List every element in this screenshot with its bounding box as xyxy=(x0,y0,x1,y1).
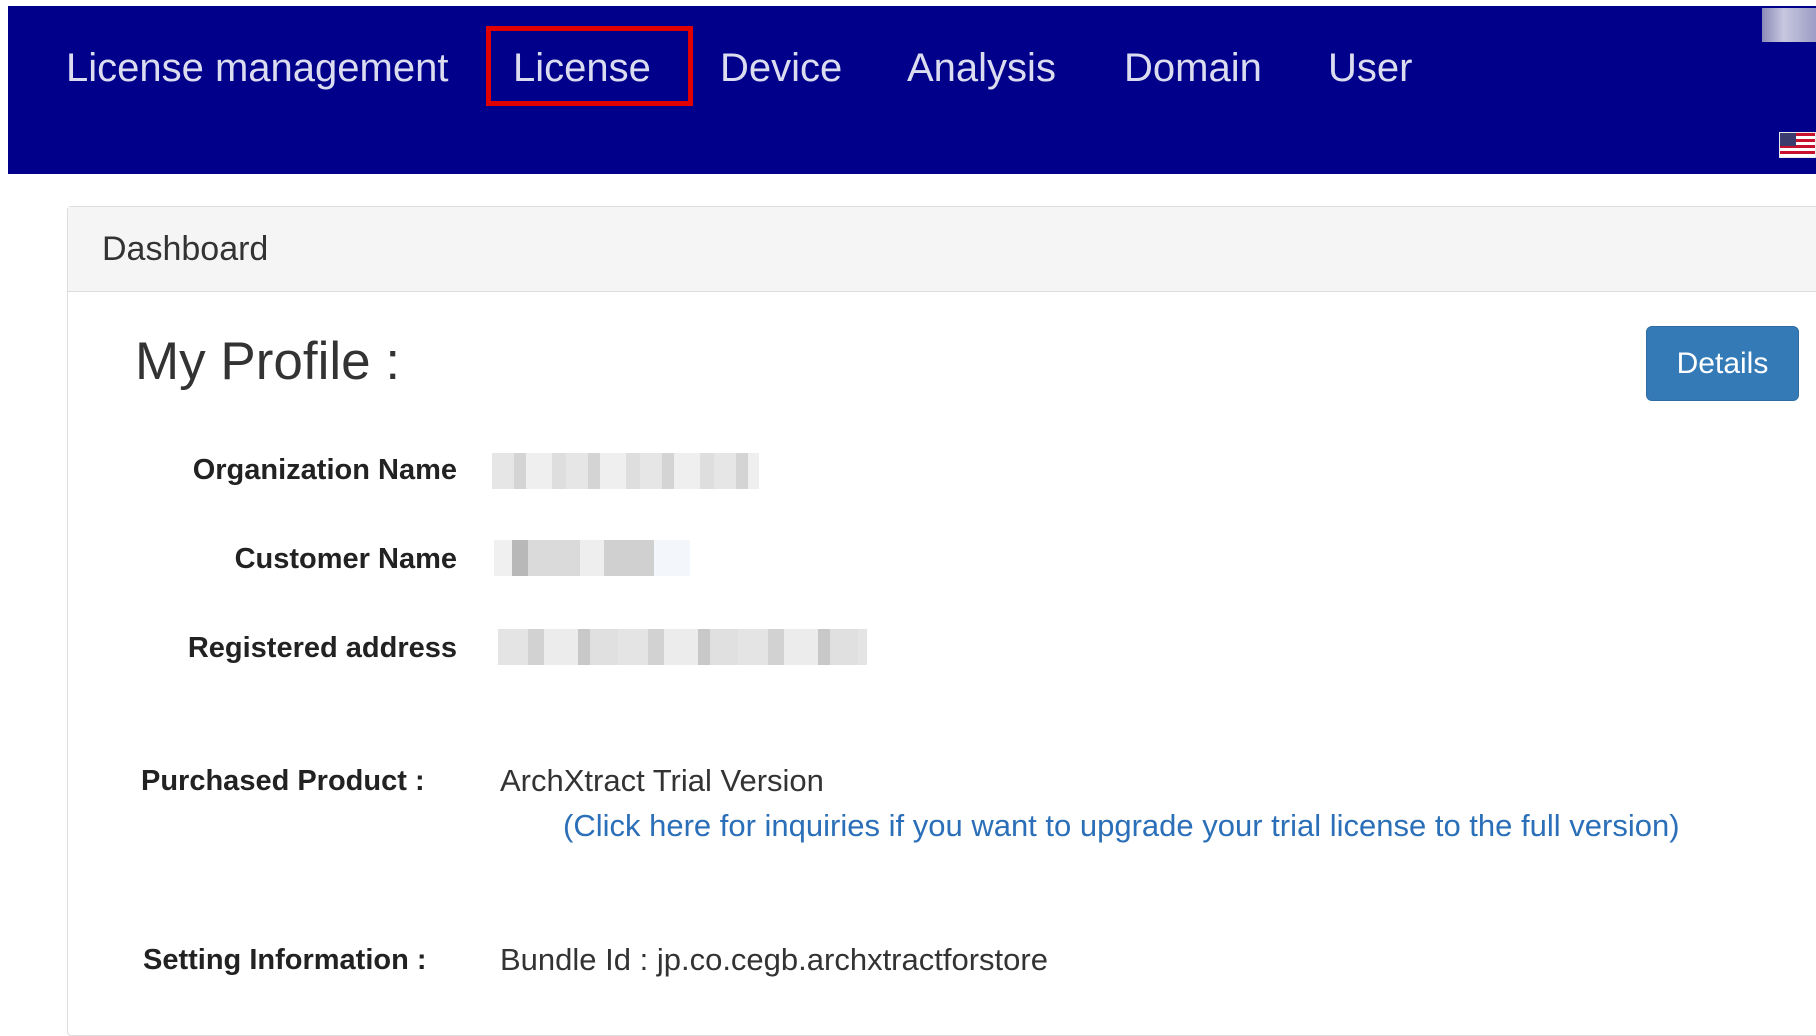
top-navbar: License management License Device Analys… xyxy=(8,6,1816,174)
panel-heading: Dashboard xyxy=(68,207,1816,292)
nav-item-user[interactable]: User xyxy=(1328,40,1412,96)
setting-information-label: Setting Information : xyxy=(143,944,427,976)
upgrade-inquiry-link[interactable]: (Click here for inquiries if you want to… xyxy=(563,807,1680,845)
nav-item-domain[interactable]: Domain xyxy=(1124,40,1262,96)
nav-item-device[interactable]: Device xyxy=(720,40,842,96)
license-highlight-box xyxy=(486,26,693,106)
registered-address-label: Registered address xyxy=(187,632,457,664)
profile-title: My Profile : xyxy=(135,332,401,391)
customer-name-label: Customer Name xyxy=(234,543,457,575)
purchased-product-value: ArchXtract Trial Version xyxy=(500,763,824,798)
details-button[interactable]: Details xyxy=(1646,326,1799,401)
organization-name-label: Organization Name xyxy=(192,454,457,486)
bundle-id-value: Bundle Id : jp.co.cegb.archxtractforstor… xyxy=(500,942,1048,977)
panel-title: Dashboard xyxy=(102,230,269,268)
user-account-menu[interactable] xyxy=(1762,8,1816,42)
customer-name-value xyxy=(494,540,690,576)
nav-brand-license-management[interactable]: License management xyxy=(66,40,448,96)
registered-address-value xyxy=(498,629,867,665)
us-flag-icon[interactable] xyxy=(1779,132,1816,158)
nav-item-analysis[interactable]: Analysis xyxy=(907,40,1056,96)
purchased-product-label: Purchased Product : xyxy=(141,765,425,797)
organization-name-value xyxy=(492,453,759,489)
